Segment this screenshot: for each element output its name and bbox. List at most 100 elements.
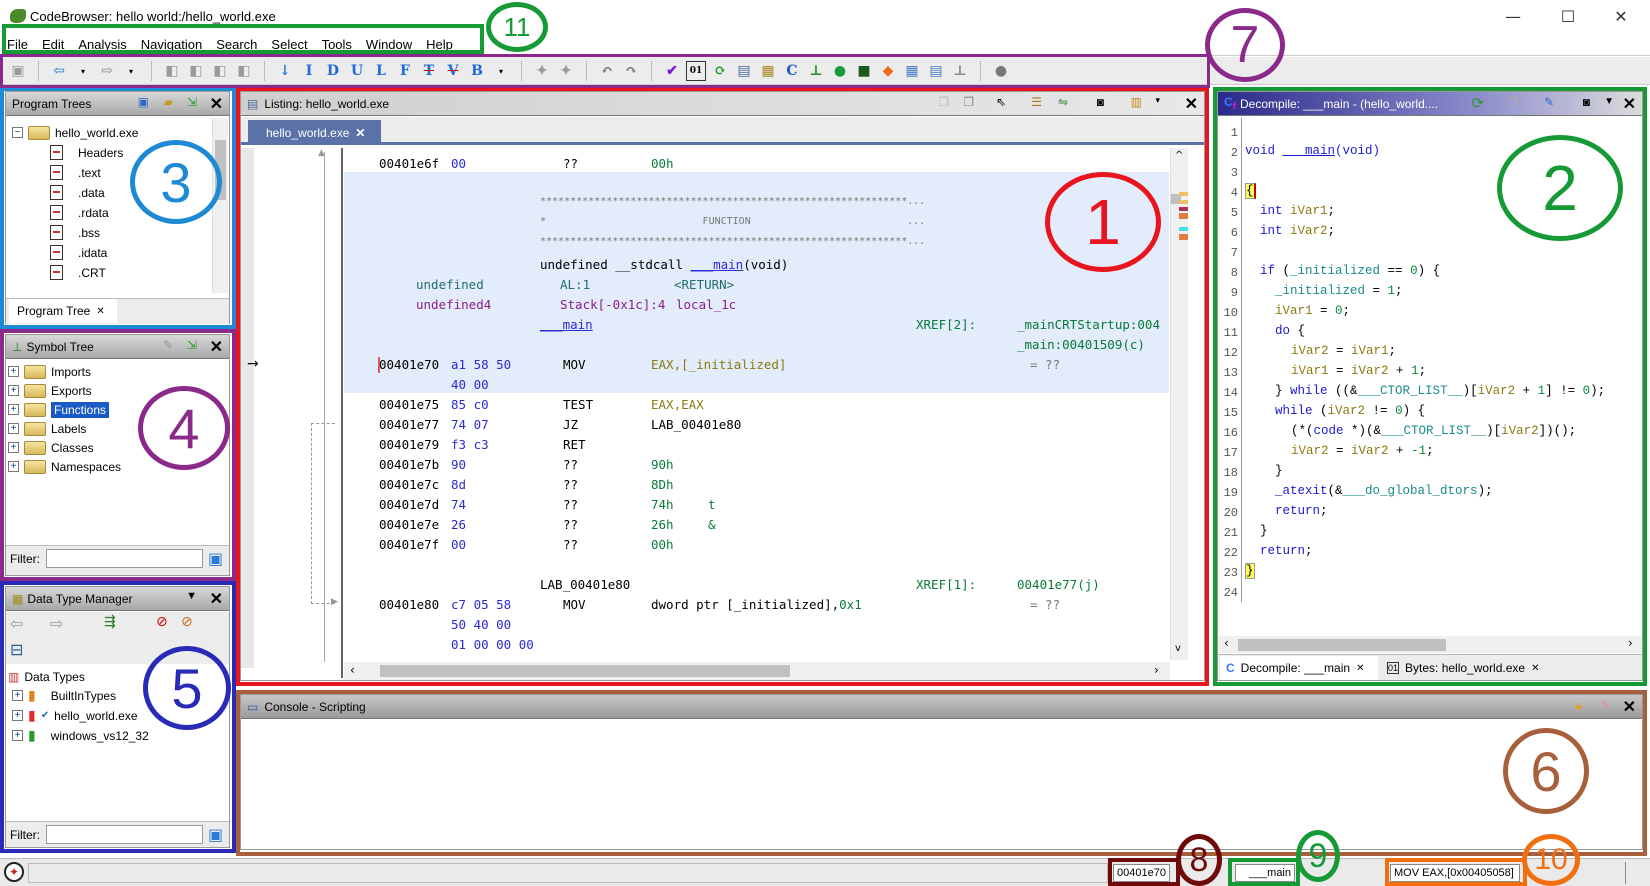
call-tree-icon[interactable]: ⊥: [806, 61, 826, 81]
tree-root[interactable]: − hello_world.exe: [12, 123, 138, 142]
dtm-item[interactable]: + ▮ ✔ hello_world.exe: [12, 706, 138, 725]
close-icon[interactable]: ✕: [1623, 94, 1636, 114]
scroll-right-icon[interactable]: ›: [1154, 663, 1159, 677]
forward-arrow-icon[interactable]: ⇨: [50, 614, 63, 633]
listing-address[interactable]: 00401e7f: [379, 537, 439, 552]
diamond-icon[interactable]: ◆: [878, 61, 898, 81]
expand-icon[interactable]: +: [8, 385, 19, 396]
cursor-select-icon[interactable]: ⇖: [996, 95, 1006, 109]
symbol-tree-item[interactable]: + Namespaces: [8, 457, 121, 476]
edit-signature-icon[interactable]: ✎: [1544, 95, 1554, 109]
diff-icon[interactable]: ⇋: [1058, 95, 1068, 109]
undo-icon[interactable]: ↶: [597, 61, 617, 81]
tab-program-tree[interactable]: Program Tree ✕: [9, 299, 117, 323]
dropdown-menu-icon[interactable]: ▼: [1604, 96, 1614, 107]
apply-icon[interactable]: ✦: [532, 61, 552, 81]
menu-select[interactable]: Select: [264, 34, 314, 55]
memory-map-icon[interactable]: ■: [854, 61, 874, 81]
nav-prev-icon[interactable]: ◧: [162, 61, 182, 81]
field-layout-icon[interactable]: ☰: [1031, 95, 1042, 109]
refresh-program-icon[interactable]: ⟳: [710, 61, 730, 81]
dtm-item[interactable]: + ▮ windows_vs12_32: [12, 726, 149, 745]
copy-icon[interactable]: ❐: [938, 95, 949, 109]
tree-item[interactable]: Headers: [50, 143, 123, 162]
xref-link[interactable]: 00401e77(j): [1017, 577, 1100, 592]
nav-prev2-icon[interactable]: ◧: [210, 61, 230, 81]
function-label[interactable]: ___main: [540, 317, 593, 332]
new-tree-icon[interactable]: ▣: [138, 95, 149, 109]
listing-address[interactable]: 00401e7d: [379, 497, 439, 512]
listing-address[interactable]: 00401e7c: [379, 477, 439, 492]
expand-icon[interactable]: +: [8, 366, 19, 377]
expand-icon[interactable]: +: [8, 404, 19, 415]
redo-icon[interactable]: ↷: [621, 61, 641, 81]
close-tab-icon[interactable]: ✕: [96, 306, 104, 317]
listing-vertical-scrollbar[interactable]: ^ v: [1170, 148, 1188, 660]
filter-options-icon[interactable]: ▣: [208, 549, 223, 568]
close-tab-icon[interactable]: ✕: [1531, 663, 1539, 674]
close-icon[interactable]: ✕: [210, 94, 223, 114]
tab-bytes[interactable]: 01 Bytes: hello_world.exe ✕: [1381, 656, 1551, 680]
table-icon[interactable]: ▦: [902, 61, 922, 81]
listing-address[interactable]: 00401e7b: [379, 457, 439, 472]
listing-address[interactable]: 00401e6f: [379, 156, 439, 171]
back-arrow-icon[interactable]: ⇦: [10, 614, 23, 633]
graph-icon[interactable]: ⊥: [950, 61, 970, 81]
expand-icon[interactable]: +: [8, 461, 19, 472]
expand-icon[interactable]: +: [12, 690, 23, 701]
scroll-left-icon[interactable]: ‹: [350, 663, 355, 677]
menu-tools[interactable]: Tools: [315, 34, 359, 55]
tree-item[interactable]: .text: [50, 163, 101, 182]
tab-hello-world[interactable]: hello_world.exe ✕: [248, 120, 381, 145]
function-name[interactable]: ___main: [1283, 144, 1336, 158]
next-undefined-button[interactable]: U: [347, 61, 367, 81]
next-bookmark-button[interactable]: B: [467, 61, 487, 81]
decompiler-icon[interactable]: C: [782, 61, 802, 81]
dropdown-icon[interactable]: ▾: [491, 61, 511, 81]
expand-tree-icon[interactable]: ⇶: [104, 614, 116, 630]
import-icon[interactable]: ⇲: [187, 338, 197, 352]
snapshot-camera-icon[interactable]: ◙: [1583, 95, 1590, 109]
minimize-button[interactable]: —: [1490, 4, 1536, 30]
edit-icon[interactable]: ✎: [163, 338, 173, 352]
listing-address[interactable]: 00401e79: [379, 437, 439, 452]
xref-link[interactable]: _mainCRTStartup:004: [1017, 317, 1160, 332]
scroll-down-icon[interactable]: v: [1175, 643, 1181, 654]
signature-name[interactable]: ___main: [691, 257, 744, 272]
expand-icon[interactable]: +: [8, 442, 19, 453]
menu-navigation[interactable]: Navigation: [134, 34, 209, 55]
listing-icon[interactable]: ▤: [734, 61, 754, 81]
apply2-icon[interactable]: ✦: [556, 61, 576, 81]
save-icon[interactable]: ▣: [8, 61, 28, 81]
copy-icon[interactable]: ❐: [1507, 95, 1518, 109]
next-value-button[interactable]: V: [443, 61, 463, 81]
tree-item[interactable]: .CRT: [50, 263, 106, 282]
decompile-horizontal-scrollbar[interactable]: ‹ ›: [1218, 636, 1642, 653]
close-icon[interactable]: ✕: [210, 589, 223, 609]
expand-icon[interactable]: +: [12, 710, 23, 721]
menu-search[interactable]: Search: [209, 34, 264, 55]
xref-link[interactable]: _main:00401509(c): [1017, 337, 1145, 352]
tree-item[interactable]: .idata: [50, 243, 107, 262]
dropdown-icon[interactable]: ▾: [73, 61, 93, 81]
scroll-left-icon[interactable]: ‹: [1224, 636, 1229, 650]
listing-address[interactable]: 00401e70: [379, 357, 439, 372]
scroll-thumb[interactable]: [380, 665, 790, 677]
tree-item[interactable]: .data: [50, 183, 105, 202]
jump-label[interactable]: LAB_00401e80: [540, 577, 630, 592]
back-arrow-icon[interactable]: ⇦: [49, 61, 69, 81]
symbol-tree-item[interactable]: + Imports: [8, 362, 91, 381]
close-window-button[interactable]: ✕: [1598, 4, 1644, 30]
expand-icon[interactable]: +: [8, 423, 19, 434]
listing-operand-label[interactable]: LAB_00401e80: [651, 417, 741, 432]
scroll-right-icon[interactable]: ›: [1628, 636, 1633, 650]
tree-item[interactable]: .bss: [50, 223, 100, 242]
listing-horizontal-scrollbar[interactable]: ‹ ›: [344, 662, 1170, 680]
listing-address[interactable]: 00401e77: [379, 417, 439, 432]
next-instruction-button[interactable]: I: [299, 61, 319, 81]
symbol-tree-item[interactable]: + Exports: [8, 381, 92, 400]
scroll-lock-icon[interactable]: 🔒︎: [1576, 698, 1582, 713]
dropdown-menu-icon[interactable]: ▼: [186, 590, 197, 602]
options-icon[interactable]: ▥: [1131, 95, 1142, 109]
tab-decompile[interactable]: C Decompile: ___main ✕: [1220, 656, 1378, 680]
